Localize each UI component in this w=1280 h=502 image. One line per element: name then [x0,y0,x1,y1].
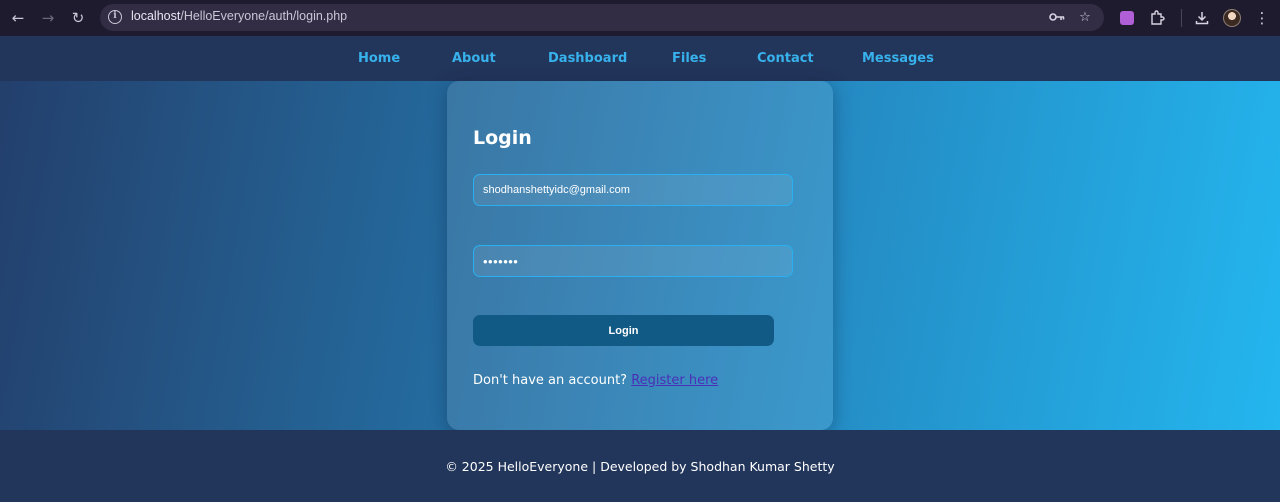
downloads-button[interactable] [1190,6,1214,30]
site-header: Home About Dashboard Files Contact Messa… [0,36,1280,81]
info-icon[interactable]: i [108,10,122,24]
nav-contact[interactable]: Contact [757,51,814,66]
reload-icon: ↻ [71,9,85,27]
avatar [1223,9,1241,27]
profile-button[interactable] [1220,6,1244,30]
nav-dashboard[interactable]: Dashboard [548,51,627,66]
url-path: /HelloEveryone/auth/login.php [180,9,348,23]
nav-about[interactable]: About [452,51,496,66]
nav-files[interactable]: Files [672,51,706,66]
purple-extension-icon [1120,11,1134,25]
forward-button[interactable]: → [36,6,60,30]
login-card: Login Login Don't have an account? Regis… [447,81,833,430]
main-content: Login Login Don't have an account? Regis… [0,81,1280,430]
extensions-button[interactable] [1145,6,1169,30]
register-prompt: Don't have an account? [473,373,628,388]
url-host: localhost [131,9,181,23]
purple-extension-button[interactable] [1115,6,1139,30]
puzzle-icon [1151,10,1165,25]
login-title: Login [473,127,532,149]
password-field[interactable] [473,245,793,277]
footer-text: © 2025 HelloEveryone | Developed by Shod… [445,459,835,474]
register-line: Don't have an account? Register here [473,373,718,388]
star-icon[interactable]: ☆ [1076,8,1094,26]
kebab-menu-icon: ⋮ [1254,9,1270,27]
download-icon [1195,12,1209,25]
menu-button[interactable]: ⋮ [1250,6,1274,30]
url-text[interactable]: localhost/HelloEveryone/auth/login.php [131,9,347,23]
key-icon[interactable] [1048,8,1066,26]
register-link[interactable]: Register here [631,373,718,388]
email-field[interactable] [473,174,793,206]
nav-home[interactable]: Home [358,51,400,66]
reload-button[interactable]: ↻ [66,6,90,30]
address-bar[interactable]: i localhost/HelloEveryone/auth/login.php… [100,4,1104,31]
browser-toolbar: ← → ↻ i localhost/HelloEveryone/auth/log… [0,0,1280,36]
login-button[interactable]: Login [473,315,774,346]
toolbar-divider [1181,9,1182,27]
arrow-left-icon: ← [11,9,25,27]
nav-messages[interactable]: Messages [862,51,934,66]
arrow-right-icon: → [41,9,55,27]
site-footer: © 2025 HelloEveryone | Developed by Shod… [0,430,1280,502]
back-button[interactable]: ← [6,6,30,30]
